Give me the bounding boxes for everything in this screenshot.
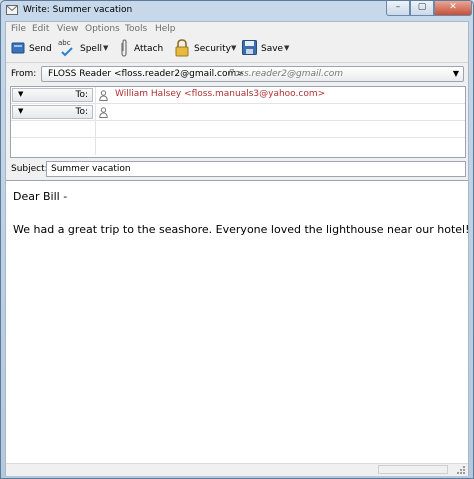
menu-tools[interactable]: Tools bbox=[125, 24, 147, 34]
padlock-icon bbox=[175, 39, 189, 57]
security-button[interactable]: Security ▼ bbox=[173, 38, 239, 60]
spell-check-icon: abc bbox=[58, 39, 76, 59]
chevron-down-icon: ▼ bbox=[452, 69, 459, 78]
status-segment bbox=[378, 465, 448, 474]
close-button[interactable]: ✕ bbox=[434, 1, 472, 16]
column-divider bbox=[95, 87, 96, 104]
maximize-icon: ▢ bbox=[417, 2, 427, 12]
compose-content: File Edit View Options Tools Help Send a… bbox=[5, 21, 470, 476]
toolbar: Send abc Spell ▼ Attach Security ▼ Save … bbox=[6, 36, 468, 63]
compose-window: Write: Summer vacation – ▢ ✕ File Edit V… bbox=[0, 0, 474, 479]
send-button[interactable]: Send bbox=[9, 38, 53, 60]
menu-bar: File Edit View Options Tools Help bbox=[6, 22, 468, 36]
empty-recipient-row[interactable] bbox=[11, 138, 465, 155]
send-label: Send bbox=[29, 44, 52, 54]
menu-help[interactable]: Help bbox=[155, 24, 176, 34]
recipient-type-label: To: bbox=[75, 107, 88, 117]
empty-recipient-row[interactable] bbox=[11, 121, 465, 138]
from-account-alias: floss.reader2@gmail.com bbox=[228, 69, 344, 79]
recipient-type-label: To: bbox=[75, 90, 88, 100]
save-button[interactable]: Save ▼ bbox=[240, 38, 292, 60]
maximize-button[interactable]: ▢ bbox=[410, 1, 434, 16]
title-bar[interactable]: Write: Summer vacation – ▢ ✕ bbox=[1, 1, 473, 21]
subject-input[interactable]: Summer vacation bbox=[46, 161, 466, 177]
window-title: Write: Summer vacation bbox=[23, 5, 133, 15]
from-account-name: FLOSS Reader <floss.reader2@gmail.com> bbox=[48, 69, 244, 79]
save-label: Save bbox=[261, 44, 284, 54]
subject-row: Subject: Summer vacation bbox=[6, 160, 468, 178]
close-icon: ✕ bbox=[449, 2, 457, 12]
menu-edit[interactable]: Edit bbox=[32, 24, 49, 34]
column-divider bbox=[95, 104, 96, 121]
security-dropdown-icon[interactable]: ▼ bbox=[231, 44, 236, 52]
message-body-editor[interactable]: Dear Bill - We had a great trip to the s… bbox=[6, 180, 470, 464]
subject-label: Subject: bbox=[11, 164, 48, 174]
paperclip-icon bbox=[121, 39, 127, 57]
menu-file[interactable]: File bbox=[11, 24, 26, 34]
recipient-type-select[interactable]: ▼ To: bbox=[12, 105, 93, 119]
spell-dropdown-icon[interactable]: ▼ bbox=[103, 44, 108, 52]
from-label: From: bbox=[11, 69, 37, 79]
menu-view[interactable]: View bbox=[57, 24, 78, 34]
resize-grip-icon[interactable] bbox=[457, 466, 466, 475]
body-greeting: Dear Bill - bbox=[13, 190, 68, 203]
spell-button[interactable]: abc Spell ▼ bbox=[56, 38, 114, 60]
chevron-down-icon: ▼ bbox=[18, 107, 24, 115]
send-icon bbox=[11, 42, 25, 54]
body-paragraph: We had a great trip to the seashore. Eve… bbox=[13, 223, 470, 236]
from-account-select[interactable]: FLOSS Reader <floss.reader2@gmail.com> f… bbox=[41, 66, 464, 82]
address-book-person-icon bbox=[99, 90, 108, 101]
attach-label: Attach bbox=[134, 44, 164, 54]
status-bar bbox=[6, 463, 468, 476]
floppy-disk-icon bbox=[242, 40, 257, 55]
from-row: From: FLOSS Reader <floss.reader2@gmail.… bbox=[6, 63, 468, 85]
minimize-icon: – bbox=[395, 2, 401, 12]
address-book-person-icon bbox=[99, 107, 108, 118]
recipient-row: ▼ To: William Halsey <floss.manuals3@yah… bbox=[11, 87, 465, 104]
envelope-app-icon bbox=[6, 5, 18, 15]
menu-options[interactable]: Options bbox=[85, 24, 120, 34]
attach-button[interactable]: Attach bbox=[117, 38, 163, 60]
save-dropdown-icon[interactable]: ▼ bbox=[284, 44, 289, 52]
recipient-type-select[interactable]: ▼ To: bbox=[12, 88, 93, 102]
chevron-down-icon: ▼ bbox=[18, 90, 24, 98]
recipient-input[interactable]: William Halsey <floss.manuals3@yahoo.com… bbox=[115, 89, 325, 99]
column-divider bbox=[95, 138, 96, 155]
spell-label: Spell bbox=[80, 44, 102, 54]
column-divider bbox=[95, 121, 96, 138]
security-label: Security bbox=[194, 44, 231, 54]
recipient-row: ▼ To: bbox=[11, 104, 465, 121]
minimize-button[interactable]: – bbox=[386, 1, 410, 16]
addressing-list: ▼ To: William Halsey <floss.manuals3@yah… bbox=[10, 86, 466, 158]
